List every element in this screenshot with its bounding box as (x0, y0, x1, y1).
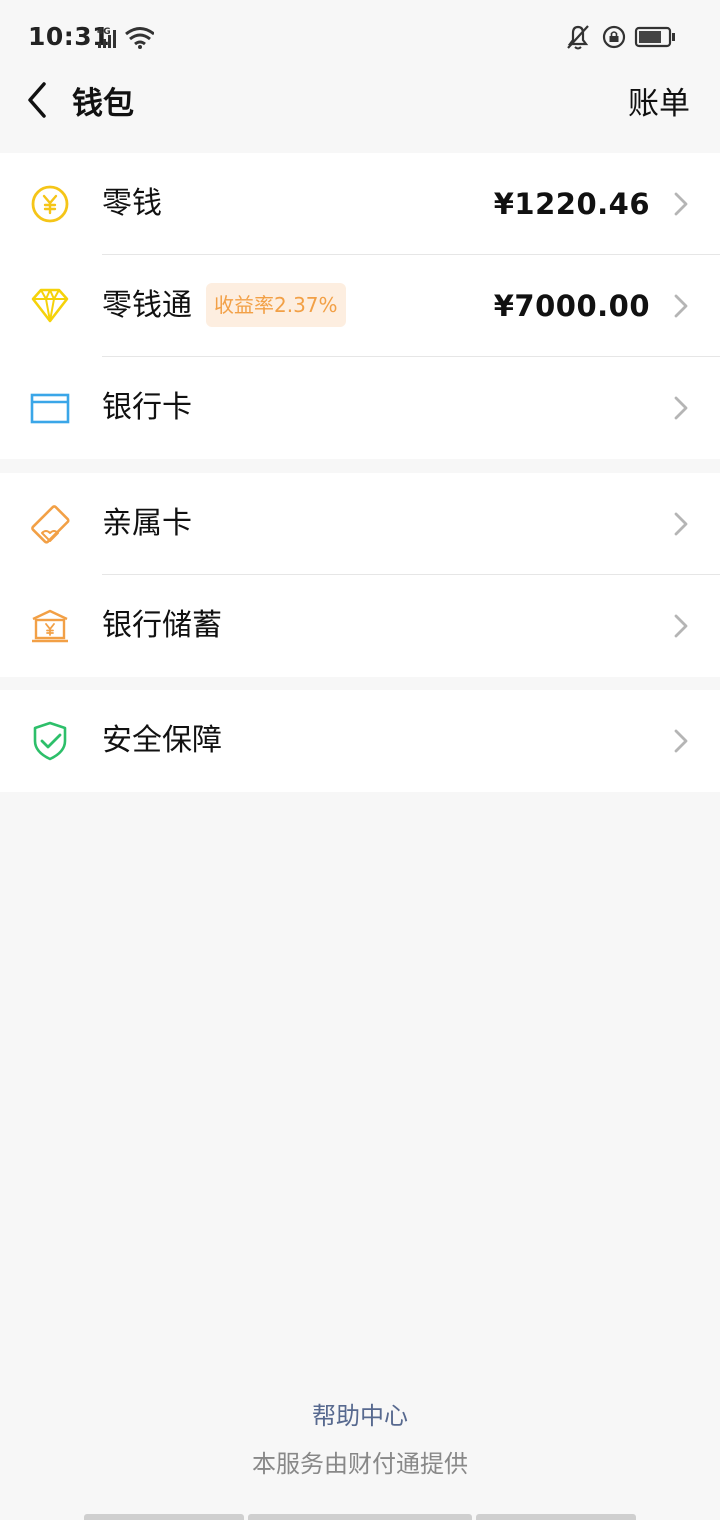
family-card-icon (31, 505, 70, 544)
bank-card-label: 银行卡 (102, 390, 192, 425)
battery-icon (634, 26, 675, 48)
chevron-right-icon (674, 192, 688, 216)
security-row[interactable]: 安全保障 (0, 690, 720, 792)
bank-savings-label: 银行储蓄 (102, 608, 222, 643)
home-indicator-segment (84, 1514, 244, 1520)
wallet-group-3: 安全保障 (0, 690, 720, 792)
help-center-link[interactable]: 帮助中心 (0, 1396, 720, 1431)
status-right-icons (567, 25, 675, 50)
diamond-icon (31, 288, 69, 323)
back-arrow-icon[interactable] (18, 76, 58, 124)
bank-card-row[interactable]: 银行卡 (0, 357, 720, 459)
page-title: 钱包 (72, 86, 134, 122)
wallet-group-1: 零钱 ¥1220.46 零钱通 收益率2.37% ¥7000.00 银行卡 (0, 153, 720, 459)
home-indicator[interactable] (84, 1514, 636, 1520)
home-indicator-segment (248, 1514, 472, 1520)
lingqiantong-label: 零钱通 (102, 288, 192, 323)
family-card-row[interactable]: 亲属卡 (0, 473, 720, 575)
security-label: 安全保障 (102, 723, 222, 758)
bill-button[interactable]: 账单 (628, 78, 690, 123)
balance-amount: ¥1220.46 (493, 187, 650, 221)
signal-wifi-icon: 4G (97, 27, 154, 49)
balance-row[interactable]: 零钱 ¥1220.46 (0, 153, 720, 255)
rotation-lock-icon (602, 25, 626, 49)
mute-bell-icon (567, 25, 589, 50)
yuan-coin-icon (31, 185, 69, 223)
chevron-right-icon (674, 396, 688, 420)
wallet-group-2: 亲属卡 银行储蓄 (0, 473, 720, 677)
yield-rate-badge: 收益率2.37% (206, 283, 346, 327)
provider-note: 本服务由财付通提供 (252, 1450, 468, 1478)
nav-bar: 钱包 账单 (0, 60, 720, 140)
balance-label: 零钱 (102, 186, 162, 221)
chevron-right-icon (674, 512, 688, 536)
chevron-right-icon (674, 729, 688, 753)
bank-card-icon (30, 393, 70, 424)
shield-check-icon (33, 721, 67, 761)
lingqiantong-row[interactable]: 零钱通 收益率2.37% ¥7000.00 (0, 255, 720, 357)
chevron-right-icon (674, 294, 688, 318)
bank-savings-row[interactable]: 银行储蓄 (0, 575, 720, 677)
family-card-label: 亲属卡 (102, 506, 192, 541)
lingqiantong-amount: ¥7000.00 (493, 289, 650, 323)
home-indicator-segment (476, 1514, 636, 1520)
bank-savings-icon (32, 609, 68, 643)
chevron-right-icon (674, 614, 688, 638)
